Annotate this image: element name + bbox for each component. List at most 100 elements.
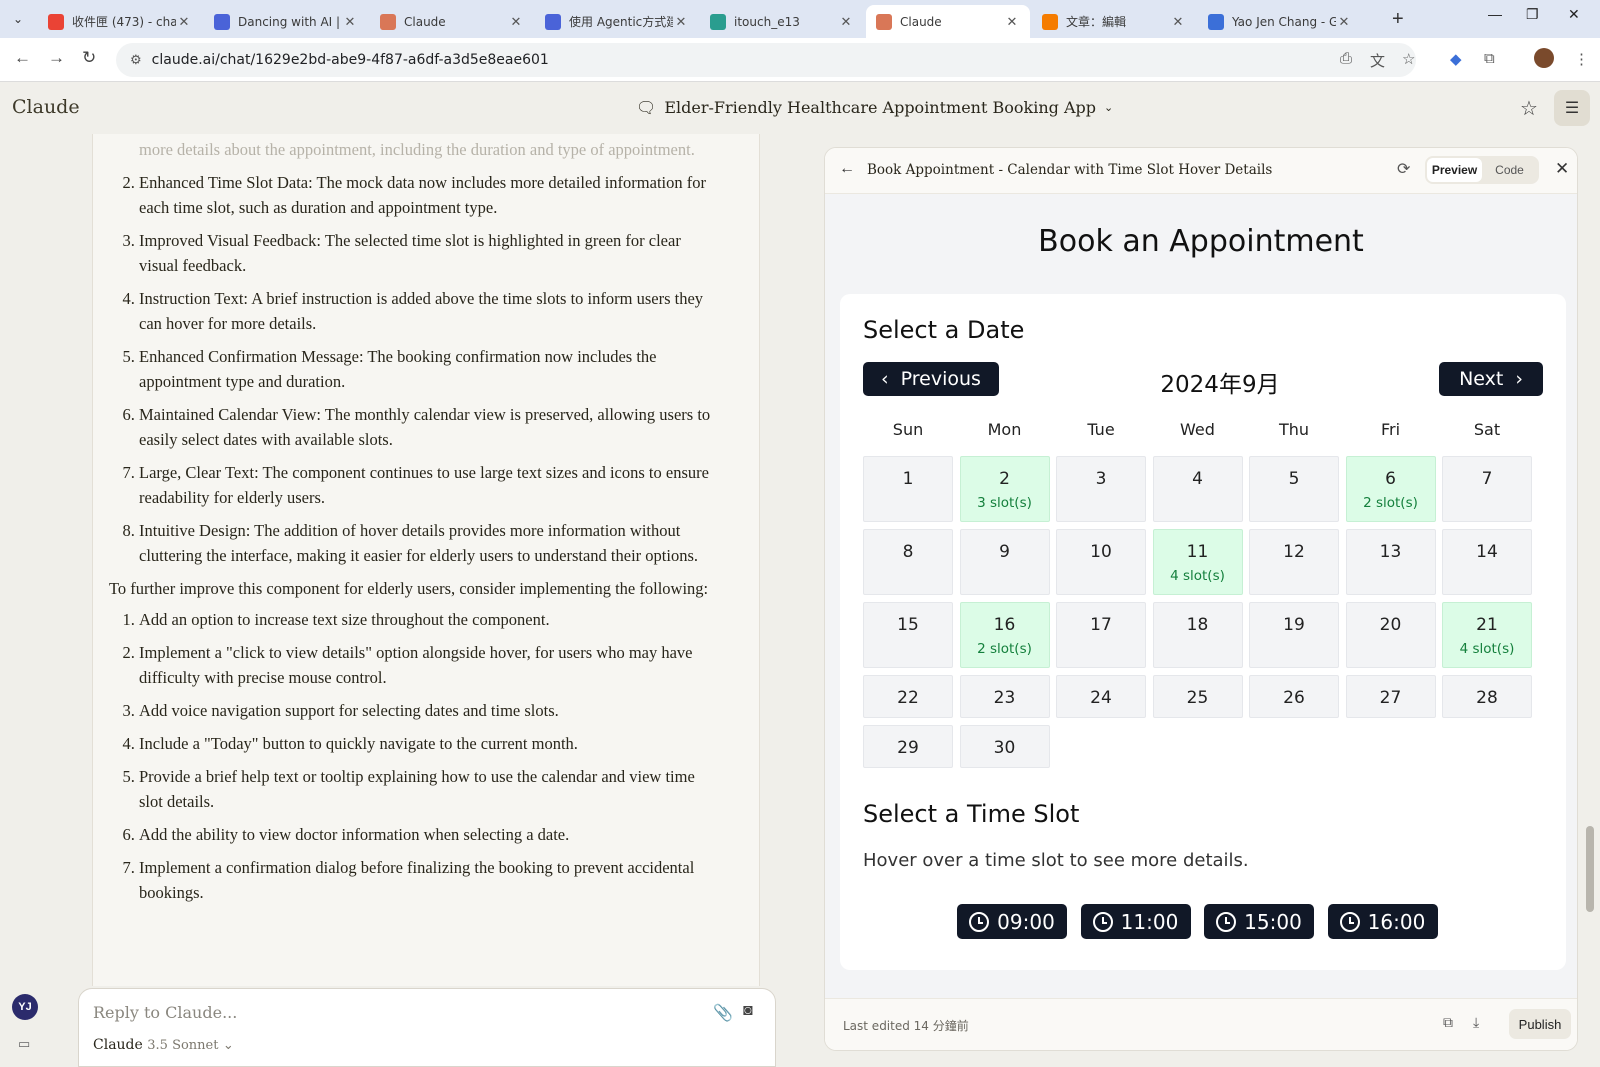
browser-menu-icon[interactable]: ⋮ — [1574, 50, 1589, 68]
vercel-icon — [710, 13, 726, 30]
new-tab-button[interactable]: + — [1392, 8, 1404, 31]
star-icon[interactable]: ☆ — [1520, 96, 1538, 121]
list-item: Add an option to increase text size thro… — [139, 607, 719, 632]
forward-icon[interactable]: → — [48, 48, 65, 68]
browser-tab[interactable]: Dancing with AI | 机✕ — [204, 5, 368, 38]
calendar-day[interactable]: 14 — [1442, 529, 1532, 595]
site-info-icon[interactable]: ⚙ — [130, 52, 142, 68]
bookmark-star-icon[interactable]: ☆ — [1402, 50, 1415, 68]
minimize-icon[interactable]: — — [1488, 6, 1502, 22]
previous-button[interactable]: ‹ Previous — [863, 362, 999, 396]
time-slot-button[interactable]: 16:00 — [1327, 904, 1438, 939]
restore-icon[interactable]: ❐ — [1526, 6, 1539, 23]
tab-code[interactable]: Code — [1482, 158, 1537, 182]
calendar-day[interactable]: 19 — [1249, 602, 1339, 668]
calendar-day[interactable]: 30 — [959, 725, 1050, 768]
download-icon[interactable]: ⤓ — [1473, 1014, 1479, 1031]
slot-count: 3 slot(s) — [977, 495, 1032, 511]
browser-tab[interactable]: 文章：編輯 ✕ — [1032, 5, 1196, 38]
next-button[interactable]: Next › — [1439, 362, 1543, 396]
calendar-day[interactable]: 25 — [1152, 675, 1243, 718]
publish-button[interactable]: Publish — [1509, 1009, 1571, 1039]
calendar-day[interactable]: 16 2 slot(s) — [959, 602, 1050, 668]
calendar-day[interactable]: 28 — [1442, 675, 1532, 718]
tab-title: Claude — [900, 14, 942, 29]
extension-icon[interactable]: ◆ — [1450, 50, 1462, 68]
calendar-day[interactable]: 11 4 slot(s) — [1152, 529, 1243, 595]
scrollbar[interactable] — [1586, 826, 1594, 912]
back-icon[interactable]: ← — [14, 48, 31, 68]
time-slot-button[interactable]: 11:00 — [1080, 904, 1191, 939]
chevron-down-icon: ⌄ — [222, 1038, 234, 1053]
close-icon[interactable]: ✕ — [1555, 159, 1569, 179]
tab-close-icon[interactable]: ✕ — [1170, 14, 1186, 30]
calendar-day[interactable]: 20 — [1345, 602, 1436, 668]
tab-close-icon[interactable]: ✕ — [1004, 14, 1020, 30]
tab-close-icon[interactable]: ✕ — [342, 14, 358, 30]
tab-close-icon[interactable]: ✕ — [508, 14, 524, 30]
time-slot-button[interactable]: 09:00 — [957, 904, 1067, 939]
calendar-day[interactable]: 8 — [863, 529, 953, 595]
translate-icon[interactable]: 文 — [1370, 50, 1385, 71]
day-number: 19 — [1283, 615, 1305, 635]
browser-toolbar: ← → ↻ ⚙ claude.ai/chat/1629e2bd-abe9-4f8… — [0, 38, 1600, 82]
reload-icon[interactable]: ↻ — [82, 48, 96, 68]
calendar-day[interactable]: 27 — [1345, 675, 1436, 718]
address-bar[interactable]: ⚙ claude.ai/chat/1629e2bd-abe9-4f87-a6df… — [116, 43, 1416, 77]
calendar-day[interactable]: 22 — [863, 675, 953, 718]
tab-preview[interactable]: Preview — [1427, 158, 1482, 182]
profile-avatar[interactable] — [1534, 48, 1554, 68]
calendar-day[interactable]: 24 — [1056, 675, 1146, 718]
browser-tab[interactable]: 收件匣 (473) - chan ✕ — [38, 5, 202, 38]
browser-tab[interactable]: Claude ✕ — [370, 5, 534, 38]
tab-close-icon[interactable]: ✕ — [176, 14, 192, 30]
calendar-day[interactable]: 10 — [1056, 529, 1146, 595]
calendar-day[interactable]: 3 — [1056, 456, 1146, 522]
install-app-icon[interactable]: ⎙ — [1340, 50, 1352, 67]
refresh-icon[interactable]: ⟳ — [1397, 159, 1410, 179]
calendar-day[interactable]: 2 3 slot(s) — [959, 456, 1050, 522]
tab-search-button[interactable]: ⌄ — [6, 8, 30, 30]
browser-tab[interactable]: itouch_e13 ✕ — [700, 5, 864, 38]
attach-icon[interactable]: 📎 — [713, 1003, 733, 1023]
user-avatar[interactable]: YJ — [12, 994, 38, 1020]
browser-tab[interactable]: 使用 Agentic方式建 ✕ — [535, 5, 699, 38]
reply-composer[interactable]: Reply to Claude... 📎 ◙ Claude 3.5 Sonnet… — [78, 988, 776, 1067]
tab-close-icon[interactable]: ✕ — [673, 14, 689, 30]
artifact-title: Book Appointment - Calendar with Time Sl… — [867, 162, 1273, 178]
calendar-day[interactable]: 12 — [1249, 529, 1339, 595]
window-close-icon[interactable]: ✕ — [1568, 6, 1580, 23]
back-arrow-icon[interactable]: ← — [839, 160, 855, 178]
calendar-day[interactable]: 21 4 slot(s) — [1442, 602, 1532, 668]
model-selector[interactable]: Claude 3.5 Sonnet ⌄ — [93, 1037, 234, 1053]
calendar-day[interactable]: 9 — [959, 529, 1050, 595]
tab-close-icon[interactable]: ✕ — [838, 14, 854, 30]
calendar-day[interactable]: 29 — [863, 725, 953, 768]
browser-tab[interactable]: Claude ✕ — [866, 5, 1030, 38]
copy-icon[interactable]: ⧉ — [1443, 1014, 1453, 1031]
time-slot-button[interactable]: 15:00 — [1204, 904, 1314, 939]
tab-close-icon[interactable]: ✕ — [1336, 14, 1352, 30]
calendar-day[interactable]: 23 — [959, 675, 1050, 718]
calendar-day[interactable]: 7 — [1442, 456, 1532, 522]
extensions-puzzle-icon[interactable]: ⧉ — [1484, 50, 1495, 67]
browser-tab[interactable]: Yao Jen Chang - G ✕ — [1198, 5, 1362, 38]
calendar-day[interactable]: 17 — [1056, 602, 1146, 668]
time-label: 16:00 — [1367, 909, 1426, 934]
calendar-day[interactable]: 1 — [863, 456, 953, 522]
calendar-day[interactable]: 6 2 slot(s) — [1345, 456, 1436, 522]
calendar-day[interactable]: 4 — [1152, 456, 1243, 522]
settings-sliders-icon[interactable]: ☰ — [1554, 90, 1590, 126]
calendar-day[interactable]: 15 — [863, 602, 953, 668]
calendar-day[interactable]: 5 — [1249, 456, 1339, 522]
calendar-day[interactable]: 26 — [1249, 675, 1339, 718]
sidebar-toggle-icon[interactable]: ▭ — [18, 1036, 30, 1052]
chat-transcript[interactable]: Hover Details: When a user hovers over a… — [92, 134, 760, 986]
camera-icon[interactable]: ◙ — [743, 1002, 753, 1020]
brand-logo[interactable]: Claude — [12, 96, 80, 118]
list-item: Implement a "click to view details" opti… — [139, 640, 719, 690]
reply-input[interactable]: Reply to Claude... — [93, 1003, 237, 1022]
chat-title[interactable]: 🗨 Elder-Friendly Healthcare Appointment … — [636, 98, 1113, 117]
calendar-day[interactable]: 18 — [1152, 602, 1243, 668]
calendar-day[interactable]: 13 — [1345, 529, 1436, 595]
